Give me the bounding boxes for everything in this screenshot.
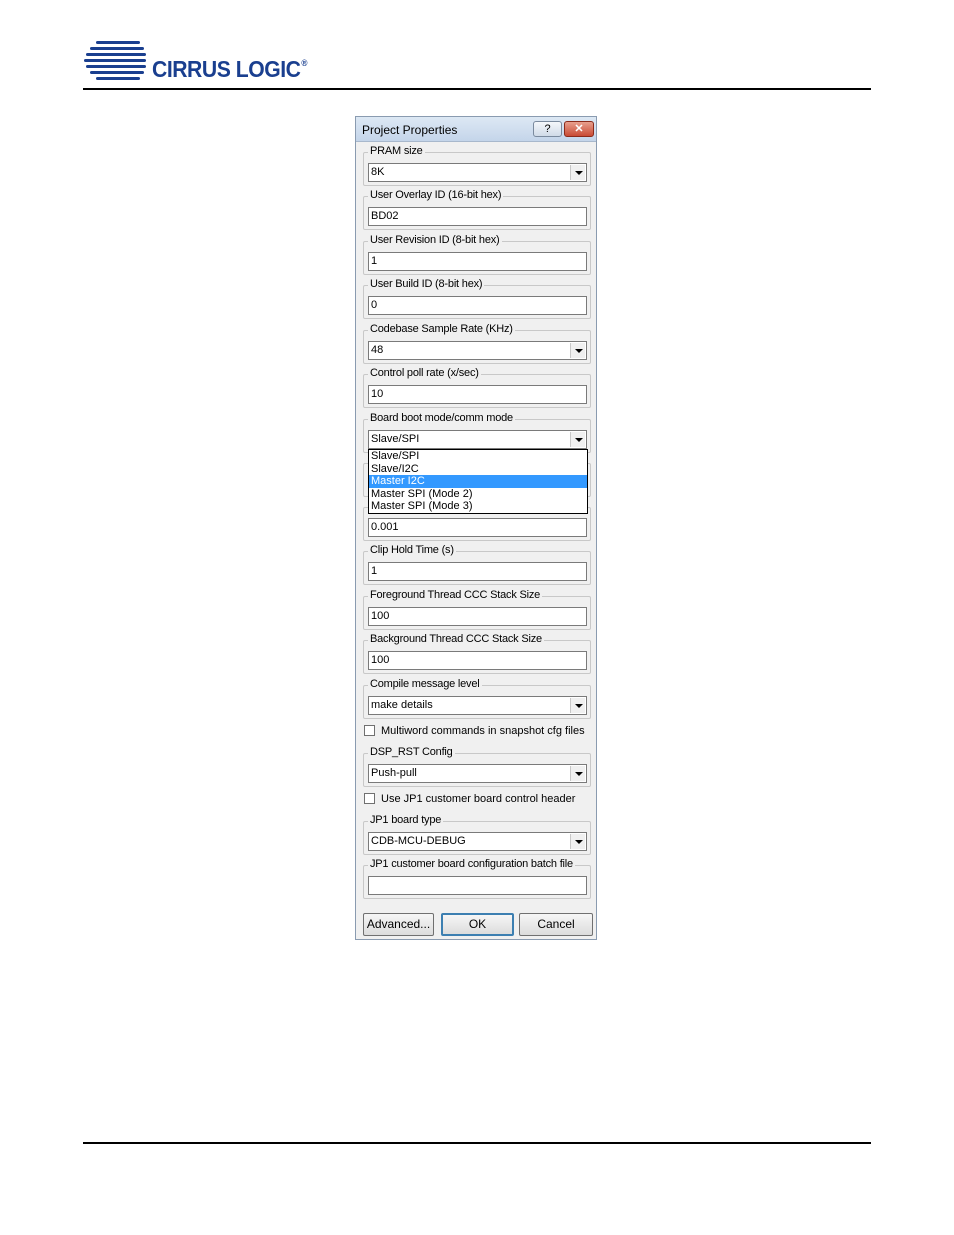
footer-rule — [83, 1142, 871, 1144]
ok-button[interactable]: OK — [441, 913, 514, 936]
pram-size-combobox[interactable]: 8K — [368, 163, 587, 182]
group-pram-size: PRAM size 8K — [363, 145, 591, 186]
jp1-board-type-combobox[interactable]: CDB-MCU-DEBUG — [368, 832, 587, 851]
group-dsp-rst-config: DSP_RST Config Push-pull — [363, 746, 591, 787]
group-label: JP1 board type — [368, 814, 444, 826]
chevron-down-icon[interactable] — [570, 834, 585, 849]
message-level-combobox[interactable]: make details — [368, 696, 587, 715]
group-user-overlay-id: User Overlay ID (16-bit hex) BD02 — [363, 189, 591, 230]
group-user-build-id: User Build ID (8-bit hex) 0 — [363, 278, 591, 319]
dropdown-option[interactable]: Master SPI (Mode 3) — [369, 500, 587, 513]
group-background-stack: Background Thread CCC Stack Size 100 — [363, 633, 591, 674]
group-label: Codebase Sample Rate (KHz) — [368, 323, 515, 335]
boot-mode-combobox[interactable]: Slave/SPI — [368, 430, 587, 449]
group-label: Clip Hold Time (s) — [368, 544, 456, 556]
foreground-stack-input[interactable]: 100 — [368, 607, 587, 626]
chevron-down-icon[interactable] — [570, 165, 585, 180]
advanced-button[interactable]: Advanced... — [363, 913, 434, 936]
group-jp1-batch-file: JP1 customer board configuration batch f… — [363, 858, 591, 899]
project-properties-dialog: Project Properties ? ✕ PRAM size 8K User… — [355, 116, 597, 940]
group-label: User Overlay ID (16-bit hex) — [368, 189, 504, 201]
dropdown-option[interactable]: Slave/I2C — [369, 463, 587, 476]
group-label: Foreground Thread CCC Stack Size — [368, 589, 543, 601]
dialog-title: Project Properties — [362, 123, 458, 137]
header-rule — [83, 88, 871, 90]
jp1-header-checkbox-row[interactable]: Use JP1 customer board control header — [364, 792, 576, 807]
cancel-button[interactable]: Cancel — [519, 913, 593, 936]
group-label: User Build ID (8-bit hex) — [368, 278, 485, 290]
help-icon: ? — [544, 123, 551, 135]
group-label: Control poll rate (x/sec) — [368, 367, 481, 379]
boot-mode-dropdown-list[interactable]: Slave/SPI Slave/I2C Master I2C Master SP… — [368, 449, 588, 514]
brand-name: CIRRUS LOGIC® — [152, 56, 308, 82]
group-codebase-sample-rate: Codebase Sample Rate (KHz) 48 — [363, 323, 591, 364]
jp1-batch-file-input[interactable] — [368, 876, 587, 895]
clip-threshold-input[interactable]: 0.001 — [368, 518, 587, 537]
dropdown-option[interactable]: Slave/SPI — [369, 450, 587, 463]
group-label: PRAM size — [368, 145, 425, 157]
close-icon: ✕ — [574, 123, 584, 135]
dsp-rst-combobox[interactable]: Push-pull — [368, 764, 587, 783]
group-label: Compile message level — [368, 678, 482, 690]
chevron-down-icon[interactable] — [570, 343, 585, 358]
dialog-titlebar[interactable]: Project Properties ? ✕ — [356, 117, 596, 142]
checkbox-label: Use JP1 customer board control header — [381, 793, 576, 805]
group-clip-hold-time: Clip Hold Time (s) 1 — [363, 544, 591, 585]
group-jp1-board-type: JP1 board type CDB-MCU-DEBUG — [363, 814, 591, 855]
group-compile-message-level: Compile message level make details — [363, 678, 591, 719]
chevron-down-icon[interactable] — [570, 698, 585, 713]
chevron-down-icon[interactable] — [570, 432, 585, 447]
group-control-poll-rate: Control poll rate (x/sec) 10 — [363, 367, 591, 408]
control-poll-rate-input[interactable]: 10 — [368, 385, 587, 404]
registered-mark: ® — [301, 58, 308, 68]
multiword-commands-checkbox-row[interactable]: Multiword commands in snapshot cfg files — [364, 724, 585, 739]
group-board-boot-mode: Board boot mode/comm mode Slave/SPI — [363, 412, 591, 453]
multiword-commands-checkbox[interactable] — [364, 724, 375, 736]
jp1-header-checkbox[interactable] — [364, 792, 375, 804]
sample-rate-combobox[interactable]: 48 — [368, 341, 587, 360]
user-revision-id-input[interactable]: 1 — [368, 252, 587, 271]
checkbox-label: Multiword commands in snapshot cfg files — [381, 725, 585, 737]
user-overlay-id-input[interactable]: BD02 — [368, 207, 587, 226]
chevron-down-icon[interactable] — [570, 766, 585, 781]
dropdown-option[interactable]: Master SPI (Mode 2) — [369, 488, 587, 501]
user-build-id-input[interactable]: 0 — [368, 296, 587, 315]
group-label: JP1 customer board configuration batch f… — [368, 858, 575, 870]
clip-hold-time-input[interactable]: 1 — [368, 562, 587, 581]
group-user-revision-id: User Revision ID (8-bit hex) 1 — [363, 234, 591, 275]
close-button[interactable]: ✕ — [564, 121, 594, 137]
group-foreground-stack: Foreground Thread CCC Stack Size 100 — [363, 589, 591, 630]
group-label: Background Thread CCC Stack Size — [368, 633, 544, 645]
dropdown-option-selected[interactable]: Master I2C — [369, 475, 587, 488]
group-label: Board boot mode/comm mode — [368, 412, 515, 424]
help-button[interactable]: ? — [533, 121, 562, 137]
group-label: DSP_RST Config — [368, 746, 455, 758]
group-label: User Revision ID (8-bit hex) — [368, 234, 502, 246]
background-stack-input[interactable]: 100 — [368, 651, 587, 670]
